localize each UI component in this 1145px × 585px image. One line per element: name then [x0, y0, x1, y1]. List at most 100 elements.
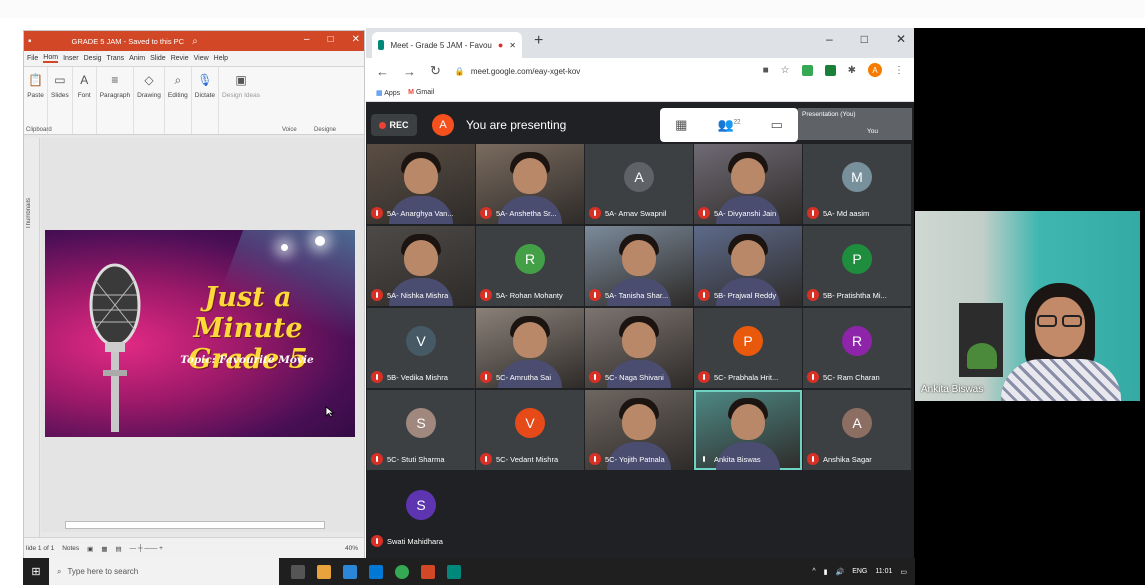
- profile-avatar[interactable]: A: [868, 63, 882, 77]
- sheets-extension-icon[interactable]: [824, 64, 836, 76]
- normal-view-icon[interactable]: ▣: [87, 545, 93, 553]
- maximize-icon[interactable]: □: [861, 32, 868, 46]
- font-button[interactable]: A Font: [73, 67, 97, 134]
- participant-tile[interactable]: 5A- Tanisha Shar...: [585, 226, 693, 306]
- chrome-icon[interactable]: [395, 564, 409, 579]
- participant-tile[interactable]: S 5C- Stuti Sharma: [367, 390, 475, 470]
- participant-tile[interactable]: S Swati Mahidhara: [367, 472, 475, 552]
- close-icon[interactable]: ✕: [352, 34, 360, 45]
- scrollbar-thumb[interactable]: [65, 521, 325, 529]
- participant-video-face: [513, 322, 547, 358]
- slide-1[interactable]: Just a Minute Grade 5 Topic: Favourite M…: [45, 230, 355, 437]
- taskbar-search[interactable]: ⌕ Type here to search: [49, 558, 279, 585]
- store-icon[interactable]: [343, 564, 357, 579]
- minimize-icon[interactable]: –: [304, 34, 310, 45]
- browser-tab[interactable]: Meet - Grade 5 JAM - Favou ● ✕: [372, 32, 522, 58]
- participant-tile[interactable]: A Anshika Sagar: [803, 390, 911, 470]
- participant-tile[interactable]: M 5A- Md aasim: [803, 144, 911, 224]
- editing-button[interactable]: ⌕ Editing: [165, 67, 192, 134]
- participants-icon[interactable]: 👥22: [718, 117, 741, 133]
- tab-transitions[interactable]: Trans: [107, 55, 125, 62]
- file-explorer-icon[interactable]: [317, 564, 331, 579]
- participant-tile[interactable]: 5C- Amrutha Sai: [476, 308, 584, 388]
- participant-tile[interactable]: V 5B- Vedika Mishra: [367, 308, 475, 388]
- clock[interactable]: 11:01: [875, 568, 892, 575]
- tab-review[interactable]: Revie: [171, 55, 189, 62]
- back-icon[interactable]: ←: [376, 64, 389, 79]
- search-icon[interactable]: ⌕: [192, 36, 198, 47]
- tab-file[interactable]: File: [27, 55, 38, 62]
- windows-start-icon[interactable]: ⊞: [23, 558, 49, 585]
- layout-grid-icon[interactable]: ▦: [675, 117, 687, 133]
- participant-tile[interactable]: 5A- Anarghya Van...: [367, 144, 475, 224]
- slide-title-line1: Just a Minute: [193, 282, 303, 344]
- reading-view-icon[interactable]: ▤: [115, 545, 121, 553]
- powerpoint-icon[interactable]: [421, 564, 435, 579]
- participant-tile[interactable]: 5C- Naga Shivani: [585, 308, 693, 388]
- save-icon[interactable]: ▪: [28, 36, 32, 47]
- close-icon[interactable]: ✕: [896, 32, 906, 46]
- participant-tile[interactable]: 5A- Nishka Mishra: [367, 226, 475, 306]
- tab-help[interactable]: Help: [214, 55, 228, 62]
- participant-tile[interactable]: P 5C- Prabhala Hrit...: [694, 308, 802, 388]
- mail-icon[interactable]: [369, 564, 383, 579]
- participant-tile[interactable]: R 5A- Rohan Mohanty: [476, 226, 584, 306]
- paste-button[interactable]: 📋 Paste: [24, 67, 48, 134]
- participant-tile[interactable]: Ankita Biswas: [694, 390, 802, 470]
- new-tab-icon[interactable]: +: [534, 32, 543, 50]
- extension-icon[interactable]: [801, 64, 813, 76]
- system-tray: ^ ▮ 🔊 ENG 11:01 ▭: [812, 568, 915, 576]
- participant-video-face: [622, 240, 656, 276]
- address-bar[interactable]: 🔒 meet.google.com/eay-xget-kov: [455, 67, 580, 76]
- reload-icon[interactable]: ↻: [430, 63, 441, 79]
- notifications-icon[interactable]: ▭: [900, 568, 907, 576]
- chat-icon[interactable]: ▭: [771, 117, 783, 133]
- participant-tile[interactable]: A 5A- Arnav Swapnil: [585, 144, 693, 224]
- drawing-button[interactable]: ◇ Drawing: [134, 67, 165, 134]
- participant-tile[interactable]: P 5B- Pratishtha Mi...: [803, 226, 911, 306]
- participant-tile[interactable]: 5C- Yojith Patnala: [585, 390, 693, 470]
- puzzle-icon[interactable]: ✱: [848, 65, 856, 76]
- tab-close-icon[interactable]: ✕: [509, 41, 516, 50]
- star-icon[interactable]: ☆: [781, 65, 790, 76]
- participant-video-face: [731, 240, 765, 276]
- camera-icon[interactable]: ■: [763, 65, 769, 76]
- up-arrow-icon[interactable]: ^: [812, 568, 815, 575]
- participant-tile[interactable]: 5A- Anshetha Sr...: [476, 144, 584, 224]
- network-icon[interactable]: ▮: [824, 568, 828, 576]
- maximize-icon[interactable]: □: [328, 34, 334, 45]
- menu-icon[interactable]: ⋮: [894, 65, 904, 76]
- slides-button[interactable]: ▭ Slides: [48, 67, 73, 134]
- tab-view[interactable]: View: [194, 55, 209, 62]
- tab-insert[interactable]: Inser: [63, 55, 79, 62]
- volume-icon[interactable]: 🔊: [835, 568, 844, 576]
- slide-sorter-icon[interactable]: ▦: [101, 545, 107, 553]
- horizontal-scrollbar[interactable]: [41, 518, 364, 532]
- notes-button[interactable]: Notes: [62, 545, 79, 552]
- thumbnails-pane[interactable]: Thumbnails: [24, 138, 40, 538]
- minimize-icon[interactable]: –: [826, 32, 833, 46]
- self-presentation-tile[interactable]: Presentation (You) You: [798, 108, 912, 140]
- tab-animations[interactable]: Anim: [129, 55, 145, 62]
- slide-editor[interactable]: Just a Minute Grade 5 Topic: Favourite M…: [41, 138, 364, 518]
- participant-tile[interactable]: V 5C- Vedant Mishra: [476, 390, 584, 470]
- participant-tile[interactable]: R 5C- Ram Charan: [803, 308, 911, 388]
- paragraph-button[interactable]: ≡ Paragraph: [97, 67, 135, 134]
- participant-tile[interactable]: 5A- Divyanshi Jain: [694, 144, 802, 224]
- zoom-level[interactable]: 40%: [345, 545, 358, 552]
- design-ideas-button[interactable]: ▣ Design Ideas: [219, 67, 263, 134]
- bookmark-gmail[interactable]: M Gmail: [408, 89, 434, 96]
- tab-home[interactable]: Hom: [43, 54, 59, 63]
- task-view-icon[interactable]: [291, 564, 305, 579]
- forward-icon[interactable]: →: [403, 64, 416, 79]
- zoom-slider[interactable]: — ┼ —— +: [130, 545, 163, 552]
- tab-design[interactable]: Desig: [84, 55, 102, 62]
- meet-icon[interactable]: [447, 564, 461, 579]
- language-indicator[interactable]: ENG: [852, 568, 867, 575]
- paste-label: Paste: [27, 92, 44, 99]
- dictate-button[interactable]: 🎙 Dictate: [192, 67, 220, 134]
- bookmark-apps[interactable]: ▦ Apps: [376, 89, 400, 97]
- teacher-video-tile[interactable]: Ankita Biswas: [915, 211, 1140, 401]
- participant-tile[interactable]: 5B- Prajwal Reddy: [694, 226, 802, 306]
- tab-slideshow[interactable]: Slide: [150, 55, 166, 62]
